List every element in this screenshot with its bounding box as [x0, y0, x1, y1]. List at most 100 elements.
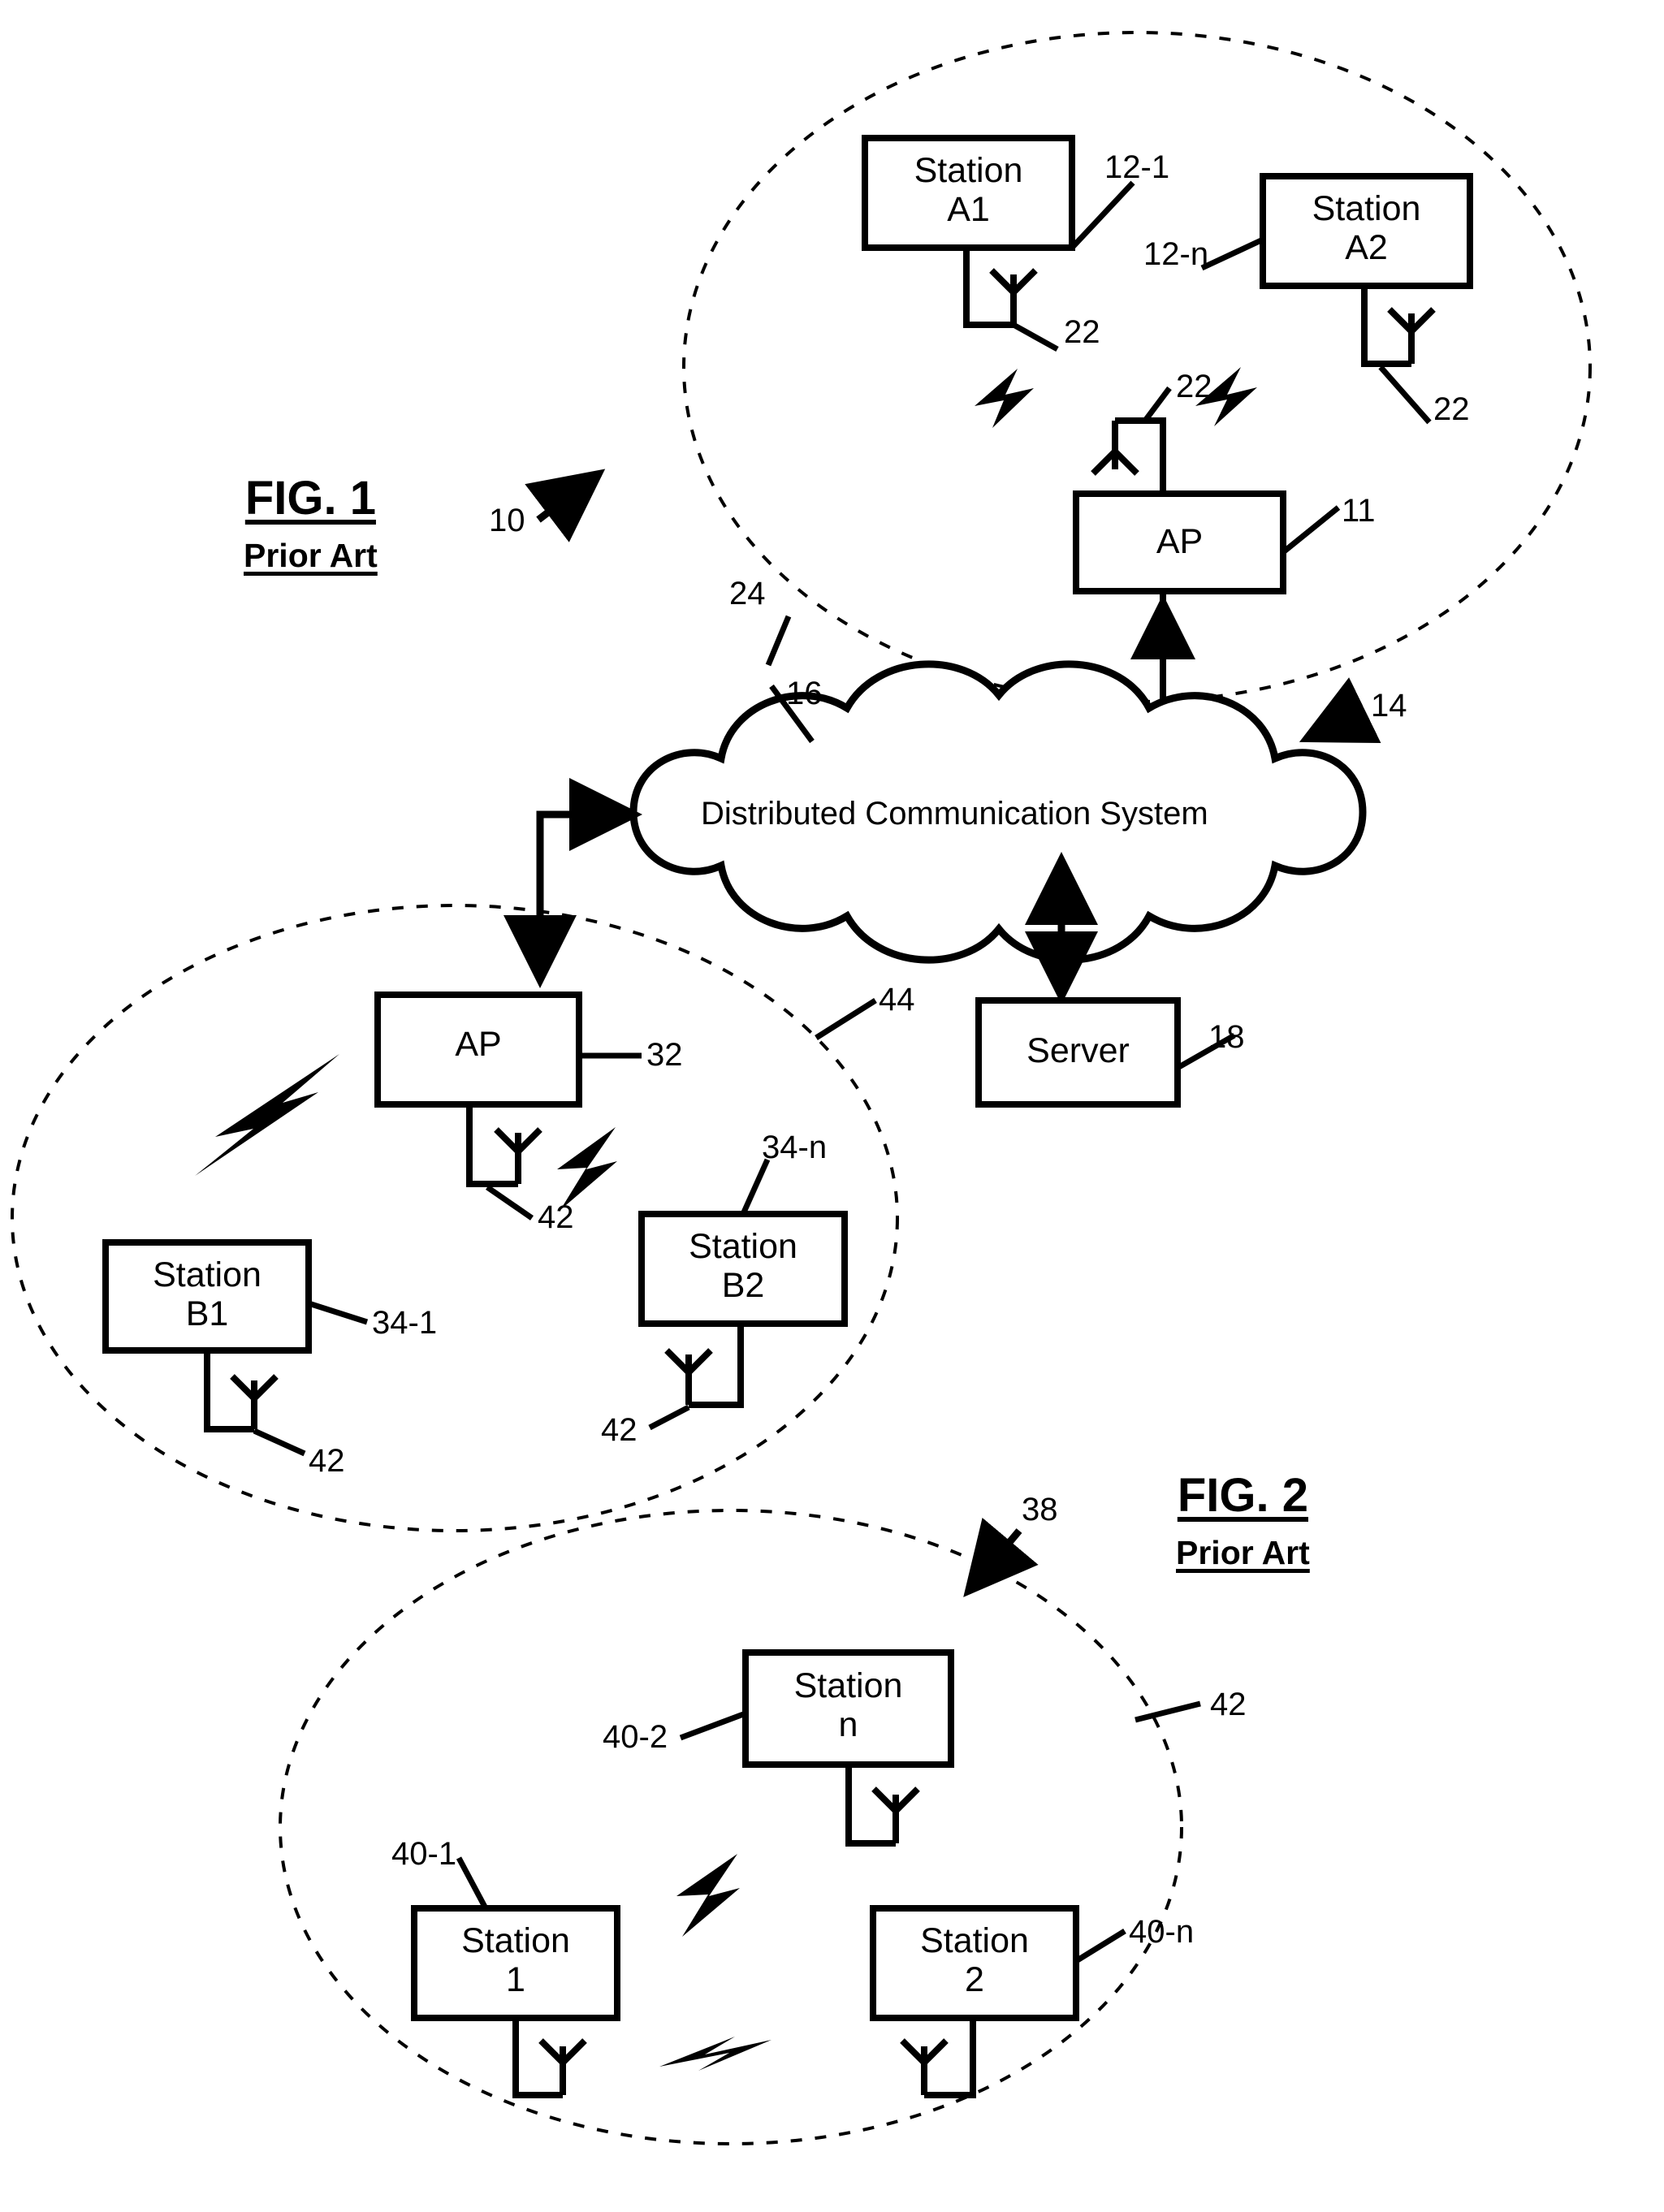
rf-bolt-ibss-2: [659, 2037, 771, 2071]
rf-bolt-a1: [975, 369, 1034, 428]
station-a2-line2: A2: [1345, 228, 1388, 268]
ref-38-arrow: [963, 1518, 1039, 1597]
station-b2-antenna-stem: [689, 1324, 744, 1408]
station-a2-antenna-icon: [1387, 307, 1436, 364]
station-a2-antenna-stem: [1361, 286, 1411, 367]
fig2-title-block: FIG. 2 Prior Art: [1176, 1468, 1310, 1572]
ibss-oval: [279, 1509, 1183, 2145]
server-label: Server: [1026, 1031, 1130, 1070]
diagram-vector-layer: [11, 31, 1592, 2145]
ant-22-c-leader: [1143, 386, 1172, 423]
station-2-label: Station 2: [873, 1921, 1076, 1999]
ant-22-b-leader: [1378, 365, 1432, 425]
ap-32-antenna-stem: [466, 1104, 518, 1187]
station-b1-label: Station B1: [106, 1255, 309, 1333]
rf-bolt-b2: [557, 1127, 617, 1210]
ref-34-1: 34-1: [372, 1305, 438, 1341]
ref-40-n-leader: [1074, 1929, 1126, 1964]
station-b1-antenna-stem: [204, 1350, 254, 1432]
ref-18: 18: [1208, 1019, 1245, 1055]
station-n-antenna-stem: [845, 1765, 896, 1847]
station-b1-line2: B1: [185, 1294, 229, 1334]
ant-22-a-leader: [1012, 322, 1059, 352]
station-b1-antenna-icon: [230, 1374, 279, 1429]
station-a1-antenna-icon: [989, 268, 1038, 325]
station-a1-antenna-stem: [963, 248, 1014, 328]
ref-40-1: 40-1: [391, 1836, 457, 1872]
ant-42-a-leader: [486, 1185, 534, 1220]
fig1-subtitle: Prior Art: [244, 537, 378, 574]
station-1-line2: 1: [506, 1960, 525, 2000]
ref-40-1-leader: [456, 1856, 489, 1910]
station-1-antenna-stem: [512, 2018, 563, 2098]
ref-24-leader: [765, 615, 792, 667]
ap-11-antenna-stem: [1115, 417, 1166, 494]
ref-32: 32: [646, 1037, 683, 1073]
ref-ant-22-b: 22: [1433, 391, 1470, 427]
ref-ant-22-a: 22: [1064, 314, 1100, 350]
dcs-cloud-label: Distributed Communication System: [701, 796, 1208, 832]
ref-24: 24: [729, 576, 766, 611]
ref-34-n: 34-n: [762, 1130, 828, 1165]
ant-42-c-leader: [648, 1404, 690, 1431]
station-2-antenna-stem: [924, 2018, 976, 2098]
ref-11-leader: [1281, 505, 1341, 555]
station-2-line1: Station: [920, 1921, 1029, 1960]
station-a1-line2: A1: [947, 190, 990, 230]
station-n-antenna-icon: [871, 1786, 920, 1843]
ap-32-label: AP: [455, 1025, 502, 1064]
station-n-line1: Station: [793, 1666, 903, 1705]
ref-12-n: 12-n: [1143, 236, 1209, 272]
station-2-line2: 2: [965, 1960, 984, 2000]
ref-12-n-leader: [1200, 236, 1264, 271]
ref-11: 11: [1342, 493, 1376, 529]
ref-44: 44: [879, 982, 915, 1017]
ref-44-leader: [815, 998, 877, 1040]
station-n-line2: n: [838, 1705, 858, 1745]
ref-40-2: 40-2: [603, 1719, 668, 1755]
ref-10-arrow: [525, 469, 606, 542]
station-b2-line1: Station: [689, 1227, 797, 1266]
ref-38: 38: [1022, 1492, 1058, 1527]
ref-12-1-leader: [1070, 180, 1135, 250]
station-a1-label: Station A1: [865, 151, 1072, 229]
bss-b-oval: [11, 904, 899, 1532]
ref-42-oval: 42: [1210, 1687, 1247, 1722]
cloud-to-ap32-link: [536, 810, 625, 970]
patent-figure-sheet: FIG. 1 Prior Art FIG. 2 Prior Art Statio…: [0, 0, 1664, 2212]
ap-11-antenna-icon: [1091, 421, 1139, 476]
fig2-title: FIG. 2: [1177, 1469, 1308, 1522]
ref-14: 14: [1371, 688, 1407, 724]
station-a1-line1: Station: [914, 151, 1023, 190]
ref-34-n-leader: [740, 1158, 771, 1216]
station-b2-label: Station B2: [642, 1227, 845, 1305]
ref-12-1: 12-1: [1104, 149, 1170, 185]
ref-ant-22-c: 22: [1176, 369, 1212, 404]
ap-11-label: AP: [1156, 522, 1204, 561]
station-n-label: Station n: [746, 1666, 951, 1744]
fig2-subtitle: Prior Art: [1176, 1534, 1310, 1571]
ref-42-oval-leader: [1135, 1700, 1201, 1723]
ref-ant-42-c: 42: [601, 1412, 638, 1448]
station-1-antenna-icon: [538, 2038, 587, 2095]
station-b2-antenna-icon: [664, 1348, 713, 1405]
rf-bolt-b1: [195, 1054, 339, 1176]
ref-34-1-leader: [307, 1300, 369, 1325]
ap11-to-cloud-link: [1077, 591, 1166, 719]
station-1-line1: Station: [461, 1921, 570, 1960]
ant-42-b-leader: [253, 1428, 306, 1457]
fig1-title-block: FIG. 1 Prior Art: [244, 471, 378, 575]
fig1-title: FIG. 1: [244, 472, 376, 525]
station-a2-line1: Station: [1312, 189, 1421, 228]
ref-14-arrow: [1299, 677, 1381, 744]
station-a2-label: Station A2: [1263, 189, 1470, 267]
ref-40-n: 40-n: [1129, 1914, 1195, 1950]
ref-ant-42-b: 42: [309, 1443, 345, 1479]
station-2-antenna-icon: [900, 2038, 949, 2095]
ap-32-antenna-icon: [494, 1127, 542, 1184]
station-1-label: Station 1: [414, 1921, 617, 1999]
station-b2-line2: B2: [721, 1266, 765, 1306]
ref-10: 10: [489, 503, 525, 538]
rf-bolt-ibss-1: [676, 1854, 740, 1937]
bss-a-oval: [682, 31, 1592, 703]
